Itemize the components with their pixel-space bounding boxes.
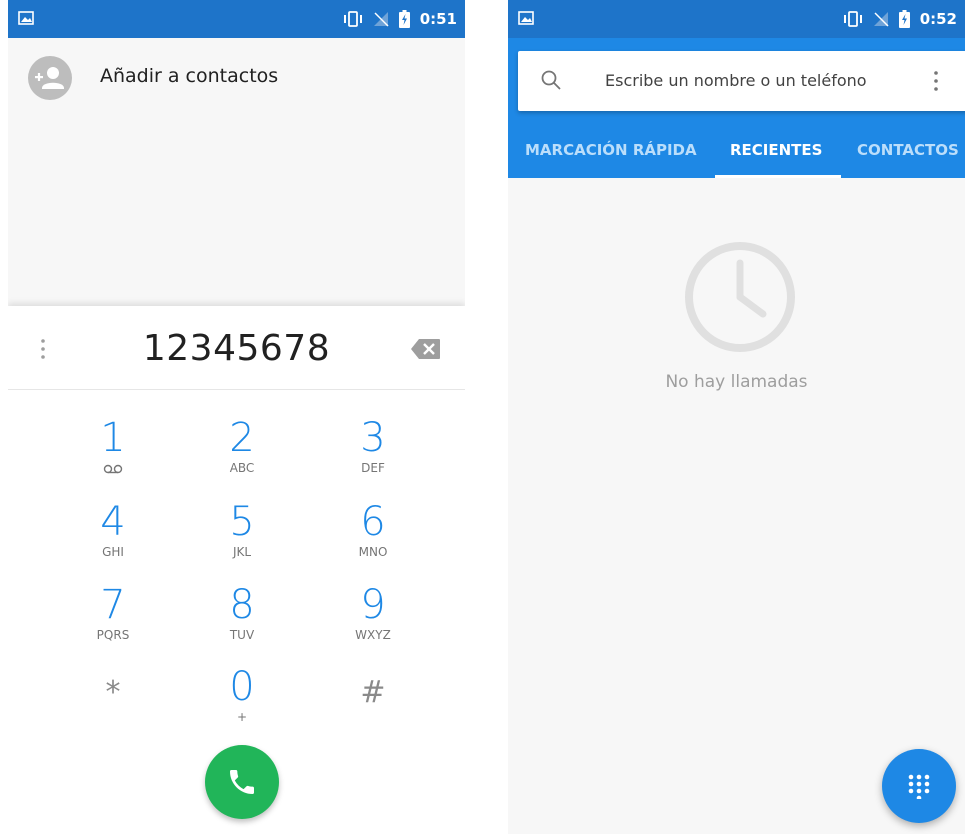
app-bar: Escribe un nombre o un teléfono MARCACIÓ… <box>508 38 965 178</box>
vibrate-icon <box>843 11 862 27</box>
key-letters: DEF <box>361 461 385 475</box>
dialpad-icon <box>908 774 930 799</box>
key-letters: TUV <box>229 628 255 642</box>
tab-contacts[interactable]: CONTACTOS <box>857 141 959 159</box>
search-box[interactable]: Escribe un nombre o un teléfono <box>518 51 965 111</box>
status-bar: 0:52 <box>508 0 965 38</box>
add-to-contacts-row[interactable]: Añadir a contactos <box>8 38 465 118</box>
backspace-icon[interactable] <box>411 338 441 360</box>
more-vert-icon[interactable] <box>38 338 48 360</box>
dial-key-2[interactable]: 2 ABC <box>177 417 307 495</box>
key-symbol: # <box>360 675 386 710</box>
add-person-icon <box>28 56 72 100</box>
key-digit: 5 <box>229 499 255 545</box>
image-notification-icon <box>18 11 34 25</box>
image-notification-icon <box>518 11 534 25</box>
battery-charging-icon <box>898 10 910 28</box>
active-tab-indicator <box>715 175 841 178</box>
key-digit: 3 <box>360 415 386 461</box>
dialpad-panel: 12345678 1 2 ABC 3 DEF 4 GHI 5 JKL 6 MNO… <box>8 306 465 834</box>
dial-key-5[interactable]: 5 JKL <box>177 501 307 579</box>
key-digit: 1 <box>100 415 126 461</box>
key-digit: 7 <box>100 582 126 628</box>
voicemail-icon <box>103 464 123 474</box>
status-time: 0:51 <box>419 10 457 28</box>
dialed-number-row: 12345678 <box>8 306 465 390</box>
clock-icon <box>685 242 795 352</box>
key-letters: MNO <box>358 545 388 559</box>
search-icon[interactable] <box>540 69 562 91</box>
key-letters: WXYZ <box>355 628 391 642</box>
dial-key-hash[interactable]: # <box>308 666 438 744</box>
key-letters: PQRS <box>96 628 130 642</box>
dialed-number[interactable]: 12345678 <box>78 328 395 369</box>
dial-key-9[interactable]: 9 WXYZ <box>308 584 438 662</box>
dial-key-star[interactable]: * <box>48 666 178 744</box>
tab-bar: MARCACIÓN RÁPIDA RECIENTES CONTACTOS <box>508 133 965 178</box>
dialer-screen-left: 0:51 Añadir a contactos 12345678 1 2 ABC… <box>8 0 465 834</box>
status-bar: 0:51 <box>8 0 465 38</box>
more-vert-icon[interactable] <box>932 70 940 92</box>
search-placeholder: Escribe un nombre o un teléfono <box>605 71 867 90</box>
key-letters: JKL <box>232 545 252 559</box>
call-button[interactable] <box>205 745 279 819</box>
dial-key-7[interactable]: 7 PQRS <box>48 584 178 662</box>
key-letters: + <box>236 710 248 724</box>
key-digit: 0 <box>229 664 255 710</box>
dial-key-8[interactable]: 8 TUV <box>177 584 307 662</box>
dial-key-6[interactable]: 6 MNO <box>308 501 438 579</box>
dialer-screen-right: 0:52 Escribe un nombre o un teléfono MAR… <box>508 0 965 834</box>
dial-key-3[interactable]: 3 DEF <box>308 417 438 495</box>
key-symbol: * <box>105 675 121 710</box>
key-digit: 4 <box>100 499 126 545</box>
no-signal-icon <box>373 12 389 27</box>
tab-speed-dial[interactable]: MARCACIÓN RÁPIDA <box>525 141 697 159</box>
dialpad-fab[interactable] <box>882 749 956 823</box>
key-letters: GHI <box>102 545 124 559</box>
empty-calls-message: No hay llamadas <box>665 372 808 392</box>
dial-key-0[interactable]: 0 + <box>177 666 307 744</box>
key-digit: 2 <box>229 415 255 461</box>
vibrate-icon <box>343 11 362 27</box>
dial-key-1[interactable]: 1 <box>48 417 178 495</box>
no-signal-icon <box>873 12 889 27</box>
status-time: 0:52 <box>919 10 957 28</box>
phone-icon <box>230 770 254 794</box>
battery-charging-icon <box>398 10 410 28</box>
key-letters: ABC <box>229 461 255 475</box>
key-digit: 6 <box>360 499 386 545</box>
key-digit: 9 <box>360 582 386 628</box>
dial-key-4[interactable]: 4 GHI <box>48 501 178 579</box>
tab-recents[interactable]: RECIENTES <box>730 141 822 159</box>
key-digit: 8 <box>229 582 255 628</box>
add-to-contacts-label: Añadir a contactos <box>100 65 279 87</box>
